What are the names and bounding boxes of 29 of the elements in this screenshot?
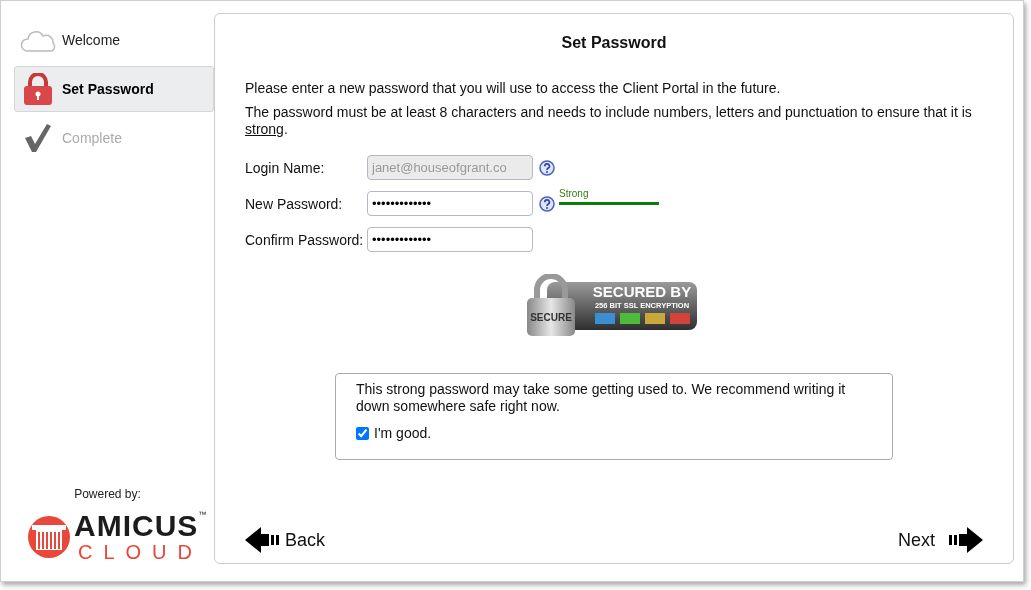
back-arrow-icon [245,527,279,553]
input-field[interactable]: ••••••••••••• [367,227,533,252]
field-label: Login Name: [245,159,326,176]
forward-arrow-icon [949,527,983,553]
column-logo-icon [28,516,70,558]
password-rule-text: The password must be at least 8 characters and needs to include numbers, letters and punctuation to ensure that it is strong. [245,104,973,138]
notice-text: This strong password may take some getting used to. We recommend writing it down somewhere safe right now. [356,381,847,415]
checkmark-icon [23,122,53,154]
strong-link[interactable]: strong [245,121,284,137]
field-label: Confirm Password: [245,231,365,248]
checkbox[interactable] [356,426,369,440]
brand-tagline: CLOUD [77,541,204,563]
powered-by-label: Powered by: [74,487,142,501]
next-button[interactable]: Next [898,527,983,553]
trademark-sign: ™ [198,511,208,519]
intro-text: Please enter a new password that you will use to access the Client Portal in the future. [245,80,782,97]
badge-lock-text: SECURE [530,312,572,323]
back-button[interactable]: Back [245,527,326,553]
step-item[interactable]: Welcome [14,17,214,63]
help-icon[interactable] [539,195,555,212]
brand-name: AMICUS [74,511,199,541]
input-field[interactable]: ••••••••••••• [367,191,533,216]
field-label: New Password: [245,195,344,212]
badge-heading: SECURED BY [592,283,692,300]
strength-label: Strong [559,188,590,199]
step-item[interactable]: Set Password [14,66,214,112]
page-title: Set Password [561,34,667,52]
checkbox-label: I'm good. [374,425,432,441]
padlock-icon [21,73,55,105]
